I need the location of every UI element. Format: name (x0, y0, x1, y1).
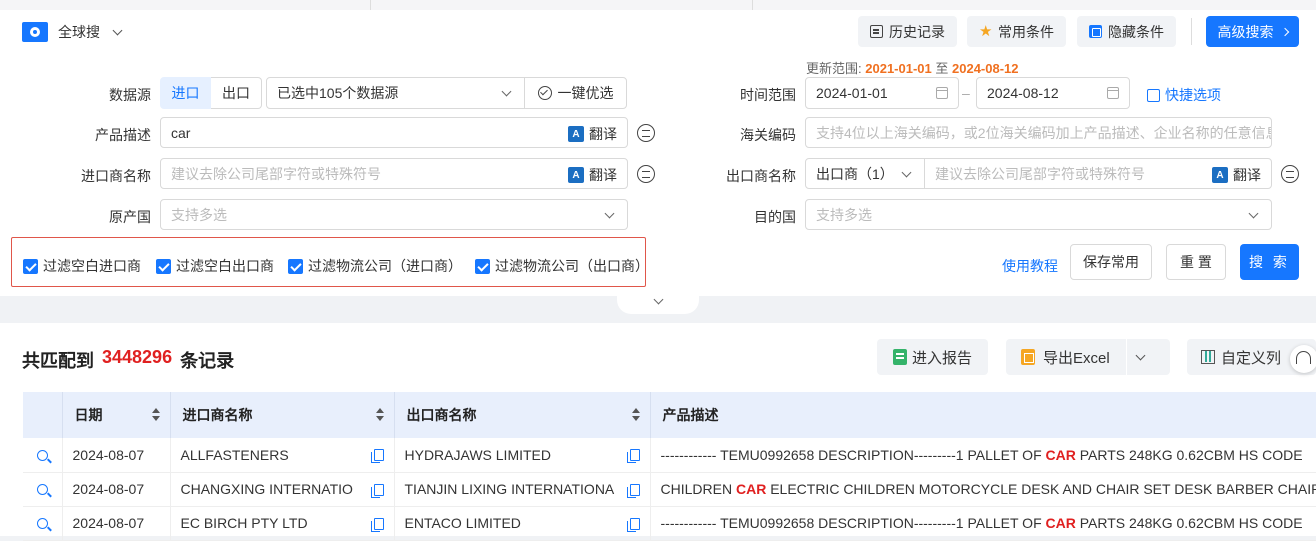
translate-icon: A (568, 126, 584, 142)
checkbox-icon (475, 258, 490, 274)
copy-icon[interactable] (626, 449, 640, 463)
import-tab[interactable]: 进口 (160, 77, 211, 109)
result-count: 共匹配到 3448296 条记录 (22, 347, 235, 371)
table-header-description: 产品描述 (650, 392, 1316, 438)
filter-blank-exporter[interactable]: 过滤空白出口商 (156, 256, 274, 276)
calendar-icon (1107, 87, 1119, 99)
importer-label: 进口商名称 (81, 168, 151, 184)
copy-icon[interactable] (370, 517, 384, 532)
date-start-input[interactable]: 2024-01-01 (805, 77, 959, 109)
columns-icon (1201, 350, 1215, 364)
filter-logistics-exporter[interactable]: 过滤物流公司（出口商） (475, 256, 649, 276)
checkbox-icon (156, 258, 171, 274)
date-end-input[interactable]: 2024-08-12 (976, 77, 1130, 109)
copy-icon[interactable] (626, 517, 640, 532)
report-icon (892, 349, 907, 365)
chevron-down-icon (1248, 208, 1259, 219)
hide-icon (1089, 25, 1102, 38)
checkbox-icon (23, 258, 38, 274)
export-excel-button[interactable]: 导出Excel (1006, 339, 1170, 375)
translate-button[interactable]: A 翻译 (568, 124, 617, 144)
chevron-right-icon (1280, 27, 1289, 37)
filter-logistics-importer[interactable]: 过滤物流公司（进口商） (288, 256, 462, 276)
results-table: 日期 进口商名称 出口商名称 产品描述 2024-08-07 ALLFASTEN… (23, 392, 1316, 541)
translate-icon: A (568, 167, 584, 183)
exporter-type-select[interactable]: 出口商（1） (805, 158, 925, 189)
exporter-label: 出口商名称 (726, 168, 796, 184)
table-row: 2024-08-07 ALLFASTENERS HYDRAJAWS LIMITE… (23, 438, 1316, 473)
save-common-button[interactable]: 保存常用 (1070, 244, 1152, 280)
translate-button[interactable]: A 翻译 (568, 165, 617, 185)
chevron-down-icon (604, 208, 615, 219)
filter-blank-importer[interactable]: 过滤空白进口商 (23, 256, 141, 276)
history-icon (870, 25, 883, 38)
star-icon: ★ (979, 23, 993, 40)
exporter-input[interactable]: 建议去除公司尾部字符或特殊符号 A 翻译 (924, 158, 1272, 189)
quick-options-icon (1147, 88, 1160, 102)
table-header-action (23, 392, 63, 438)
table-header-date[interactable]: 日期 (62, 392, 171, 438)
importer-input[interactable]: 建议去除公司尾部字符或特殊符号 A 翻译 (160, 158, 628, 189)
product-input[interactable]: car A 翻译 (160, 117, 628, 148)
copy-icon[interactable] (370, 449, 384, 463)
chevron-down-icon (653, 294, 663, 305)
scope-selector[interactable]: 全球搜 (22, 22, 123, 42)
options-icon[interactable] (637, 124, 655, 142)
checkbox-icon (288, 258, 303, 274)
datasource-toggle: 进口 出口 (160, 77, 262, 109)
table-row: 2024-08-07 CHANGXING INTERNATIO TIANJIN … (23, 472, 1316, 507)
search-icon (36, 484, 48, 495)
export-tab[interactable]: 出口 (211, 77, 262, 109)
search-panel: 全球搜 历史记录 ★ 常用条件 隐藏条件 高级搜索 更新范围: 2021-01-… (0, 0, 1316, 296)
time-label: 时间范围 (740, 87, 796, 103)
chevron-down-icon[interactable] (1135, 350, 1146, 360)
table-header-exporter[interactable]: 出口商名称 (394, 392, 651, 438)
common-conditions-button[interactable]: ★ 常用条件 (967, 16, 1066, 47)
collapse-toggle[interactable] (617, 294, 699, 314)
headset-icon[interactable] (1290, 345, 1316, 373)
advanced-search-button[interactable]: 高级搜索 (1206, 16, 1299, 47)
divider (1191, 18, 1192, 45)
calendar-icon (936, 87, 948, 99)
report-button[interactable]: 进入报告 (877, 339, 988, 375)
check-circle-icon (537, 86, 552, 100)
chevron-down-icon (112, 25, 123, 35)
table-row: 2024-08-07 EC BIRCH PTY LTD ENTACO LIMIT… (23, 506, 1316, 541)
translate-button[interactable]: A 翻译 (1212, 165, 1261, 185)
optimize-button[interactable]: 一键优选 (524, 77, 627, 109)
excel-icon (1021, 349, 1035, 365)
options-icon[interactable] (637, 165, 655, 183)
quick-options-link[interactable]: 快捷选项 (1147, 85, 1221, 105)
hide-conditions-button[interactable]: 隐藏条件 (1077, 16, 1176, 47)
hs-label: 海关编码 (740, 127, 796, 143)
chevron-down-icon (501, 86, 512, 97)
hs-input[interactable]: 支持4位以上海关编码，或2位海关编码加上产品描述、企业名称的任意信息 (805, 117, 1272, 148)
reset-button[interactable]: 重 置 (1166, 244, 1226, 280)
date-separator: – (962, 85, 970, 101)
dest-label: 目的国 (754, 209, 796, 225)
search-button[interactable]: 搜 索 (1240, 244, 1299, 280)
history-button[interactable]: 历史记录 (858, 16, 957, 47)
results-panel: 共匹配到 3448296 条记录 进入报告 导出Excel 自定义列 日期 进口… (0, 323, 1316, 541)
datasource-select[interactable]: 已选中105个数据源 (266, 77, 525, 109)
copy-icon[interactable] (370, 483, 384, 498)
tutorial-link[interactable]: 使用教程 (1002, 256, 1058, 276)
table-header-importer[interactable]: 进口商名称 (170, 392, 395, 438)
translate-icon: A (1212, 167, 1228, 183)
datasource-label: 数据源 (109, 87, 151, 103)
dest-select[interactable]: 支持多选 (805, 199, 1272, 230)
options-icon[interactable] (1281, 165, 1299, 183)
origin-select[interactable]: 支持多选 (160, 199, 628, 230)
copy-icon[interactable] (626, 483, 640, 498)
origin-label: 原产国 (109, 209, 151, 225)
chevron-down-icon (901, 167, 912, 178)
search-icon (36, 518, 48, 529)
update-range: 更新范围: 2021-01-01 至 2024-08-12 (806, 61, 1019, 76)
globe-icon (22, 22, 48, 42)
scope-label: 全球搜 (58, 24, 100, 40)
product-label: 产品描述 (95, 127, 151, 143)
search-icon (36, 449, 48, 461)
top-strip (0, 0, 1316, 10)
